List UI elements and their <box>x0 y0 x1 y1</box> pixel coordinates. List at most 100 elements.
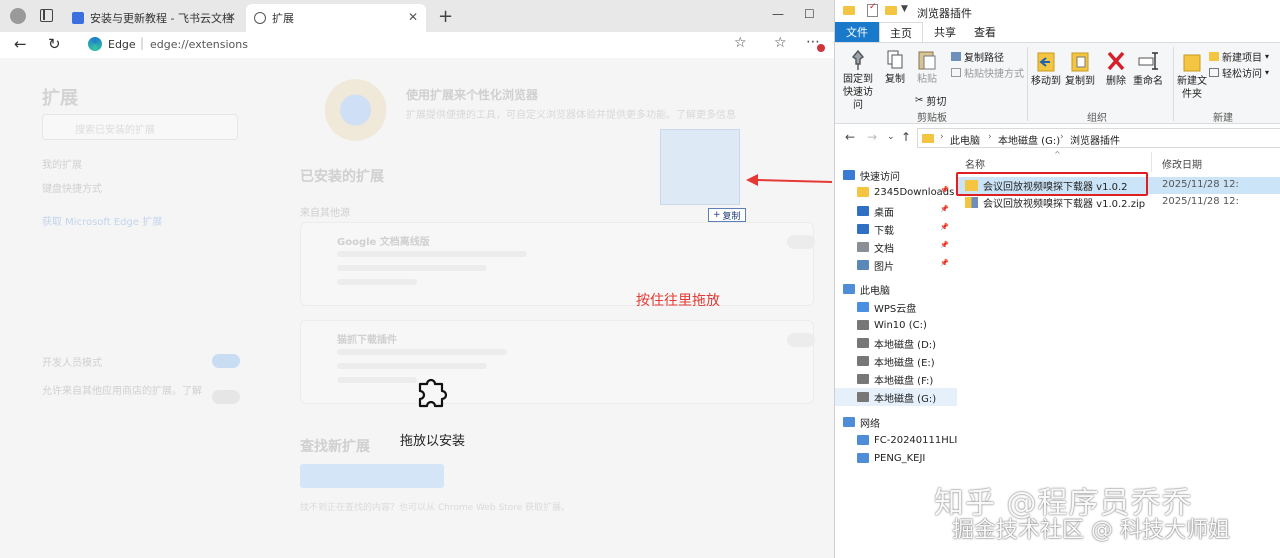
nav-item[interactable]: 文档 📌 <box>835 238 957 256</box>
back-arrow-icon[interactable]: ← <box>14 35 27 53</box>
pin-icon[interactable]: 📌 <box>940 205 949 213</box>
nav-item[interactable]: 本地磁盘 (E:) <box>835 352 957 370</box>
breadcrumb[interactable]: › 此电脑 › 本地磁盘 (G:) › 浏览器插件 <box>917 128 1280 148</box>
nav-item[interactable]: PENG_KEJI <box>835 449 957 467</box>
url-input[interactable]: edge://extensions <box>150 38 248 51</box>
dev-mode-toggle[interactable] <box>212 354 240 368</box>
tab-home[interactable]: 主页 <box>879 22 923 42</box>
new-folder-button[interactable]: 新建文件夹 <box>1177 49 1207 101</box>
nav-item[interactable]: FC-20240111HLII <box>835 431 957 449</box>
minimize-button[interactable]: — <box>772 7 784 21</box>
file-date: 2025/11/28 12: <box>1162 196 1239 207</box>
puzzle-icon <box>254 12 266 24</box>
pin-icon[interactable]: 📌 <box>940 259 949 267</box>
extension-toggle[interactable] <box>787 235 815 249</box>
favorites-icon[interactable]: ☆ <box>774 35 787 51</box>
file-explorer-window: ▼ 浏览器插件 文件 主页 共享 查看 固定到快速访问 复制 粘贴 复制路径 粘… <box>834 0 1280 558</box>
pin-quick-access-button[interactable]: 固定到快速访问 <box>839 49 877 112</box>
drag-preview <box>660 129 740 205</box>
extension-toggle[interactable] <box>787 333 815 347</box>
new-folder-icon[interactable] <box>885 6 897 15</box>
breadcrumb-item[interactable]: 浏览器插件 <box>1070 132 1120 147</box>
tab-bar: 安装与更新教程 - 飞书云文档 ✕ 扩展 ✕ + — ☐ <box>0 0 834 32</box>
window-title: 浏览器插件 <box>917 7 972 20</box>
easy-access-button[interactable]: 轻松访问 ▾ <box>1209 65 1269 80</box>
text-line <box>337 265 487 271</box>
file-row[interactable]: 会议回放视频嗅探下载器 v1.0.2.zip 2025/11/28 12: <box>957 194 1280 211</box>
tab-extensions[interactable]: 扩展 ✕ <box>246 4 426 32</box>
column-header-name[interactable]: 名称 <box>965 156 985 171</box>
copy-to-button[interactable]: 复制到 <box>1065 49 1095 88</box>
nav-item[interactable]: 本地磁盘 (G:) <box>835 388 957 406</box>
new-tab-button[interactable]: + <box>438 6 453 27</box>
button-label: 复制路径 <box>964 53 1004 64</box>
drive-icon <box>857 320 869 330</box>
hero-title: 使用扩展来个性化浏览器 <box>406 88 539 102</box>
breadcrumb-item[interactable]: 本地磁盘 (G:) <box>998 132 1060 147</box>
nav-item[interactable]: 网络 <box>835 413 957 431</box>
move-to-button[interactable]: 移动到 <box>1031 49 1061 88</box>
copy-icon <box>887 50 903 69</box>
close-icon[interactable]: ✕ <box>408 10 418 24</box>
forward-arrow-icon[interactable]: → <box>867 130 877 144</box>
tab-actions-icon[interactable] <box>40 9 53 22</box>
side-item-shortcuts[interactable]: 键盘快捷方式 <box>42 180 102 195</box>
chevron-down-icon[interactable]: ▼ <box>901 4 908 14</box>
rename-button[interactable]: 重命名 <box>1133 49 1163 88</box>
column-divider[interactable] <box>1151 152 1152 172</box>
tab-view[interactable]: 查看 <box>965 22 1005 42</box>
ribbon: 固定到快速访问 复制 粘贴 复制路径 粘贴快捷方式 ✂ 剪切 剪贴板 移动到 复… <box>835 42 1280 124</box>
search-input[interactable]: 搜索已安装的扩展 <box>42 114 238 140</box>
favorite-star-icon[interactable]: ☆ <box>734 35 747 51</box>
nav-item-label: 快速访问 <box>860 171 900 183</box>
cut-button[interactable]: ✂ 剪切 <box>915 93 946 108</box>
side-item-my-extensions[interactable]: 我的扩展 <box>42 156 82 171</box>
nav-item[interactable]: 图片 📌 <box>835 256 957 274</box>
tab-feishu-doc[interactable]: 安装与更新教程 - 飞书云文档 ✕ <box>64 4 244 32</box>
refresh-icon[interactable]: ↻ <box>48 35 61 53</box>
pin-icon[interactable]: 📌 <box>940 241 949 249</box>
chevron-right-icon: › <box>940 132 944 142</box>
nav-item[interactable]: 快速访问 <box>835 166 957 184</box>
up-arrow-icon[interactable]: ↑ <box>901 130 911 144</box>
nav-item[interactable]: 此电脑 <box>835 280 957 298</box>
other-store-toggle[interactable] <box>212 390 240 404</box>
get-extensions-link[interactable]: 获取 Microsoft Edge 扩展 <box>42 213 162 228</box>
nav-item[interactable]: 2345Downloads 📌 <box>835 183 957 201</box>
copy-button[interactable]: 复制 <box>881 49 909 86</box>
new-item-button[interactable]: 新建项目 ▾ <box>1209 49 1269 64</box>
tab-file[interactable]: 文件 <box>835 22 879 42</box>
group-label-organize: 组织 <box>1087 113 1107 124</box>
drop-to-install-text: 拖放以安装 <box>400 434 466 449</box>
group-divider <box>1173 47 1174 121</box>
group-divider <box>1027 47 1028 121</box>
pin-icon[interactable]: 📌 <box>940 186 949 194</box>
nav-item[interactable]: WPS云盘 <box>835 298 957 316</box>
nav-item[interactable]: Win10 (C:) <box>835 316 957 334</box>
get-extensions-button[interactable] <box>300 464 444 488</box>
close-icon[interactable]: ✕ <box>226 10 236 24</box>
nav-item[interactable]: 本地磁盘 (D:) <box>835 334 957 352</box>
delete-button[interactable]: 删除 <box>1103 49 1129 88</box>
sort-up-icon: ^ <box>1054 150 1061 159</box>
hero-desc: 扩展提供便捷的工具，可自定义浏览器体验并提供更多功能。了解更多信息 <box>406 110 736 121</box>
scissors-icon: ✂ <box>915 95 924 106</box>
maximize-button[interactable]: ☐ <box>804 7 815 21</box>
chevron-down-icon[interactable]: ⌄ <box>887 132 895 142</box>
tab-share[interactable]: 共享 <box>925 22 965 42</box>
properties-icon[interactable] <box>867 2 878 17</box>
copy-path-button[interactable]: 复制路径 <box>951 49 1004 64</box>
back-arrow-icon[interactable]: ← <box>845 130 855 144</box>
pin-icon[interactable]: 📌 <box>940 223 949 231</box>
column-header-modified[interactable]: 修改日期 <box>1162 156 1202 171</box>
profile-avatar[interactable] <box>10 8 26 24</box>
nav-item[interactable]: 桌面 📌 <box>835 202 957 220</box>
explorer-title-bar: ▼ 浏览器插件 <box>835 0 1280 22</box>
breadcrumb-item[interactable]: 此电脑 <box>950 132 980 147</box>
nav-item[interactable]: 本地磁盘 (F:) <box>835 370 957 388</box>
address-bar: ← ↻ Edge | edge://extensions ☆ ☆ ⋯ <box>0 32 834 58</box>
paste-shortcut-button[interactable]: 粘贴快捷方式 <box>951 65 1024 80</box>
nav-item[interactable]: 下载 📌 <box>835 220 957 238</box>
extension-name: 猫抓下载插件 <box>337 335 397 346</box>
paste-button[interactable]: 粘贴 <box>913 49 941 86</box>
